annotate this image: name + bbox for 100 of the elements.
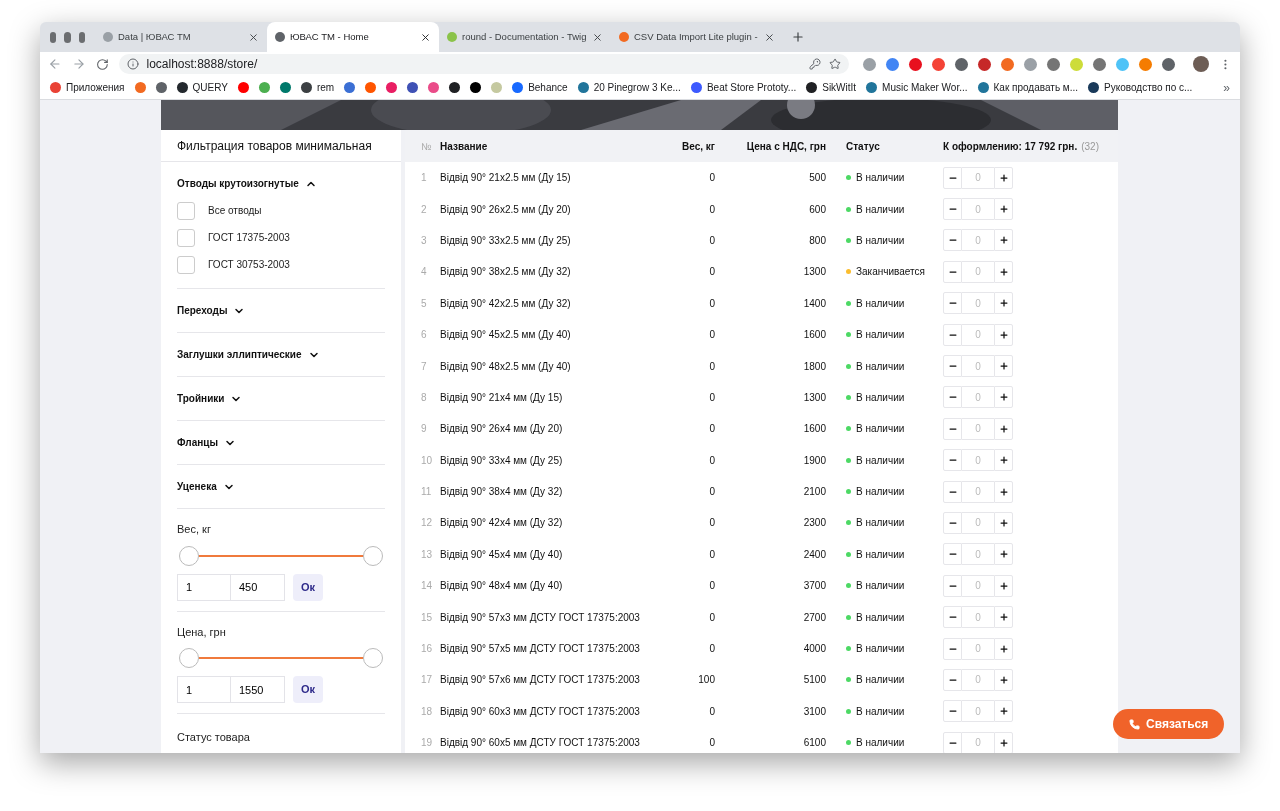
decrease-button[interactable] (943, 606, 962, 629)
max-input[interactable]: 1550 (231, 676, 285, 703)
ok-button[interactable]: Ок (293, 676, 324, 703)
browser-tab[interactable]: round - Documentation - Twig (439, 22, 611, 52)
increase-button[interactable] (994, 166, 1013, 189)
avatar-icon[interactable] (1193, 56, 1210, 72)
decrease-button[interactable] (943, 449, 962, 472)
bookmark[interactable]: Beat Store Prototy... (690, 80, 797, 95)
increase-button[interactable] (994, 198, 1013, 221)
extension-icon[interactable] (1162, 57, 1176, 71)
decrease-button[interactable] (943, 355, 962, 378)
extension-icon[interactable] (909, 57, 923, 71)
decrease-button[interactable] (943, 417, 962, 440)
forward-icon[interactable] (71, 57, 86, 71)
min-input[interactable]: 1 (177, 676, 231, 703)
increase-button[interactable] (994, 480, 1013, 503)
bookmark[interactable]: Как продавать м... (977, 80, 1079, 95)
minimize-window-icon[interactable] (64, 31, 71, 43)
extension-icon[interactable] (955, 57, 969, 71)
more-bookmarks-button[interactable]: » (1223, 78, 1230, 97)
decrease-button[interactable] (943, 512, 962, 534)
zoom-window-icon[interactable] (78, 31, 85, 43)
decrease-button[interactable] (943, 198, 962, 221)
ok-button[interactable]: Ок (293, 573, 324, 601)
extension-icon[interactable] (1047, 57, 1061, 71)
slider-thumb[interactable] (363, 545, 383, 566)
bookmark[interactable]: Music Maker Wor... (866, 80, 968, 95)
decrease-button[interactable] (943, 668, 962, 691)
extension-icon[interactable] (1024, 57, 1038, 71)
increase-button[interactable] (994, 606, 1013, 629)
decrease-button[interactable] (943, 292, 962, 315)
increase-button[interactable] (994, 292, 1013, 315)
increase-button[interactable] (994, 386, 1013, 409)
decrease-button[interactable] (943, 574, 962, 597)
bookmark[interactable]: Руководство по с... (1088, 80, 1193, 95)
extension-icon[interactable] (863, 57, 877, 71)
extension-icon[interactable] (978, 57, 992, 71)
decrease-button[interactable] (943, 731, 962, 753)
increase-button[interactable] (994, 731, 1013, 753)
range-slider[interactable] (179, 648, 383, 668)
filter-section-toggle[interactable]: Отводы крутоизогнутые (177, 162, 317, 205)
filter-section-toggle[interactable]: Заглушки эллиптические (177, 333, 320, 376)
browser-tab[interactable]: ЮВАС ТМ - Home (267, 22, 439, 52)
bookmark[interactable]: Приложения (50, 80, 125, 95)
star-icon[interactable] (829, 58, 842, 70)
filter-section-toggle[interactable]: Уценека (177, 465, 235, 508)
decrease-button[interactable] (943, 386, 962, 409)
browser-tab[interactable]: Data | ЮВАС ТМ (95, 22, 267, 52)
decrease-button[interactable] (943, 637, 962, 660)
min-input[interactable]: 1 (177, 573, 231, 601)
increase-button[interactable] (994, 543, 1013, 566)
filter-section-toggle[interactable]: Тройники (177, 377, 243, 420)
extension-icon[interactable] (886, 57, 900, 71)
close-icon[interactable] (592, 31, 603, 43)
increase-button[interactable] (994, 229, 1013, 252)
close-icon[interactable] (248, 31, 259, 43)
bookmark[interactable]: 20 Pinegrow 3 Ke... (577, 80, 681, 95)
checkbox[interactable] (177, 201, 195, 220)
slider-thumb[interactable] (179, 545, 199, 566)
key-icon[interactable] (809, 58, 822, 70)
checkbox[interactable] (177, 228, 195, 247)
increase-button[interactable] (994, 668, 1013, 691)
decrease-button[interactable] (943, 260, 962, 283)
increase-button[interactable] (994, 323, 1013, 346)
increase-button[interactable] (994, 512, 1013, 534)
bookmark[interactable]: SikWitIt (806, 80, 857, 95)
increase-button[interactable] (994, 637, 1013, 660)
bookmark[interactable]: QUERY (176, 80, 228, 95)
bookmark-icon[interactable] (470, 82, 482, 93)
decrease-button[interactable] (943, 700, 962, 723)
new-tab-icon[interactable] (791, 30, 805, 44)
extension-icon[interactable] (932, 57, 946, 71)
decrease-button[interactable] (943, 229, 962, 252)
increase-button[interactable] (994, 700, 1013, 723)
decrease-button[interactable] (943, 166, 962, 189)
increase-button[interactable] (994, 449, 1013, 472)
bookmark-icon[interactable] (449, 82, 461, 93)
extension-icon[interactable] (1001, 57, 1015, 71)
filter-section-toggle[interactable]: Переходы (177, 289, 246, 332)
bookmark-icon[interactable] (155, 82, 167, 93)
bookmark[interactable]: Behance (512, 80, 568, 95)
slider-thumb[interactable] (363, 648, 383, 668)
decrease-button[interactable] (943, 323, 962, 346)
decrease-button[interactable] (943, 480, 962, 503)
slider-thumb[interactable] (179, 648, 199, 668)
address-bar[interactable]: localhost:8888/store/ (118, 54, 850, 74)
close-icon[interactable] (764, 31, 775, 43)
close-window-icon[interactable] (50, 31, 57, 43)
increase-button[interactable] (994, 355, 1013, 378)
bookmark[interactable]: rem (300, 80, 335, 95)
close-icon[interactable] (420, 31, 431, 43)
max-input[interactable]: 450 (231, 573, 285, 601)
reload-icon[interactable] (95, 57, 109, 71)
browser-tab[interactable]: CSV Data Import Lite plugin - (611, 22, 783, 52)
checkbox[interactable] (177, 255, 195, 274)
increase-button[interactable] (994, 260, 1013, 283)
back-icon[interactable] (48, 57, 62, 71)
filter-section-toggle[interactable]: Фланцы (177, 421, 236, 464)
extension-icon[interactable] (1139, 57, 1153, 71)
increase-button[interactable] (994, 417, 1013, 440)
